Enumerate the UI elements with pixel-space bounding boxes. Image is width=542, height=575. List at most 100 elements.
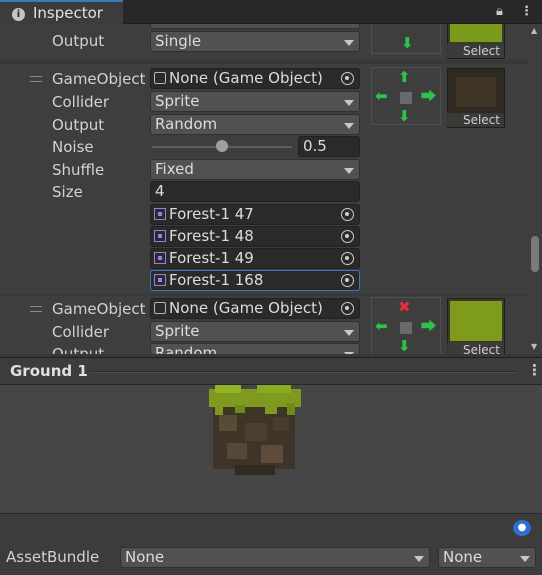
scroll-up-icon[interactable]: ▲ <box>531 26 537 35</box>
neighbor-grid[interactable]: ⬆︎ ⬅︎ ⮕︎ ⬇︎ <box>371 67 441 125</box>
asset-bundle-variant-dropdown[interactable]: None <box>438 547 536 568</box>
noise-value-field[interactable]: 0.5 <box>298 136 360 157</box>
asset-bundle-bar: ● AssetBundle None None <box>0 513 542 575</box>
tab-title: Inspector <box>33 4 103 22</box>
info-icon: i <box>12 8 25 21</box>
cube-icon <box>154 302 166 314</box>
lock-icon[interactable]: 🔒︎ <box>496 4 503 19</box>
cube-icon <box>154 72 166 84</box>
gameobject-value: None (Game Object) <box>169 299 323 317</box>
shuffle-dropdown[interactable]: Fixed <box>150 159 360 180</box>
tag-icon[interactable]: ● <box>513 520 531 536</box>
collider-label: Collider <box>52 93 110 111</box>
object-picker-icon[interactable] <box>341 72 354 85</box>
shuffle-value: Fixed <box>155 160 194 178</box>
output-dropdown[interactable]: Random <box>150 114 360 135</box>
arrow-up-icon[interactable]: ⬆︎ <box>398 70 411 85</box>
sprite-image <box>450 301 502 341</box>
x-icon[interactable]: ✖︎ <box>398 300 411 315</box>
output-dropdown[interactable]: Single <box>150 31 360 52</box>
sprite-preview[interactable]: Select <box>446 298 505 354</box>
collider-label-partial: Collider <box>52 24 109 28</box>
chevron-down-icon <box>344 100 354 106</box>
center-cell-icon <box>400 92 412 104</box>
chevron-down-icon <box>414 556 424 562</box>
kebab-menu-icon[interactable]: ⋮ <box>520 4 533 19</box>
preview-header[interactable]: Ground 1 ⋮ <box>0 357 542 385</box>
arrow-down-icon[interactable]: ⬇︎ <box>398 109 411 124</box>
sprite-icon <box>154 252 166 264</box>
output-value: Single <box>155 32 202 50</box>
scroll-down-icon[interactable]: ▼ <box>531 342 537 351</box>
sprite-preview[interactable]: Select <box>446 24 505 59</box>
sprite-value: Forest-1 49 <box>169 249 254 267</box>
chevron-down-icon <box>520 556 530 562</box>
shuffle-label: Shuffle <box>52 161 105 179</box>
gameobject-field[interactable]: None (Game Object) <box>150 298 360 319</box>
divider <box>90 371 515 373</box>
sprite-icon <box>154 230 166 242</box>
arrow-down-icon[interactable]: ⬇︎ <box>398 339 411 354</box>
neighbor-grid[interactable]: ⬇︎ <box>371 24 441 54</box>
object-picker-icon[interactable] <box>341 208 354 221</box>
chevron-down-icon <box>344 168 354 174</box>
preview-title: Ground 1 <box>10 362 88 380</box>
object-picker-icon[interactable] <box>341 302 354 315</box>
center-cell-icon <box>400 322 412 334</box>
select-button[interactable]: Select <box>446 44 504 58</box>
noise-slider-handle[interactable] <box>216 140 228 152</box>
noise-label: Noise <box>52 138 94 156</box>
asset-bundle-name-dropdown[interactable]: None <box>120 547 430 568</box>
arrow-left-icon[interactable]: ⬅︎ <box>375 319 388 334</box>
arrow-right-icon[interactable]: ⮕︎ <box>421 319 436 334</box>
asset-bundle-variant-value: None <box>443 548 483 566</box>
select-button[interactable]: Select <box>446 343 504 354</box>
sprite-icon <box>154 208 166 220</box>
chevron-down-icon <box>344 330 354 336</box>
collider-label: Collider <box>52 323 110 341</box>
drag-handle-icon[interactable] <box>30 306 42 312</box>
vertical-scrollbar[interactable]: ▲ ▼ <box>528 24 542 354</box>
drag-handle-icon[interactable] <box>30 76 42 82</box>
output-label: Output <box>52 116 105 134</box>
sprite-field[interactable]: Forest-1 47 <box>150 204 360 225</box>
chevron-down-icon <box>344 40 354 46</box>
gameobject-value: None (Game Object) <box>169 69 323 87</box>
tile-sprite-image <box>209 385 301 475</box>
output-label: Output <box>52 32 105 50</box>
chevron-down-icon <box>344 123 354 129</box>
neighbor-grid[interactable]: ✖︎ ⬅︎ ⮕︎ ⬇︎ <box>371 297 441 354</box>
asset-bundle-label: AssetBundle <box>6 548 100 566</box>
sprite-field[interactable]: Forest-1 49 <box>150 248 360 269</box>
collider-dropdown[interactable]: Sprite <box>150 321 360 342</box>
select-button[interactable]: Select <box>446 113 504 127</box>
scrollbar-thumb[interactable] <box>531 236 539 272</box>
sprite-image <box>450 24 502 42</box>
arrow-left-icon[interactable]: ⬅︎ <box>375 89 388 104</box>
output-value: Random <box>155 344 218 354</box>
sprite-preview[interactable]: Select <box>446 68 505 128</box>
gameobject-label: GameObject <box>52 70 146 88</box>
sprite-image <box>456 77 496 107</box>
collider-dropdown-partial[interactable] <box>150 24 360 29</box>
preview-area <box>0 385 542 513</box>
output-dropdown[interactable]: Random <box>150 343 360 354</box>
arrow-right-icon[interactable]: ⮕︎ <box>421 89 436 104</box>
sprite-field-selected[interactable]: Forest-1 168 <box>150 270 360 291</box>
kebab-menu-icon[interactable]: ⋮ <box>527 361 542 379</box>
object-picker-icon[interactable] <box>341 274 354 287</box>
size-field[interactable]: 4 <box>150 181 360 202</box>
gameobject-label: GameObject <box>52 300 146 318</box>
sprite-value: Forest-1 168 <box>169 271 264 289</box>
chevron-down-icon <box>344 352 354 354</box>
gameobject-field[interactable]: None (Game Object) <box>150 68 360 89</box>
tab-inspector[interactable]: i Inspector <box>0 0 123 24</box>
sprite-field[interactable]: Forest-1 48 <box>150 226 360 247</box>
object-picker-icon[interactable] <box>341 252 354 265</box>
arrow-down-icon[interactable]: ⬇︎ <box>401 36 414 51</box>
sprite-value: Forest-1 48 <box>169 227 254 245</box>
object-picker-icon[interactable] <box>341 230 354 243</box>
asset-bundle-name-value: None <box>125 548 165 566</box>
collider-dropdown[interactable]: Sprite <box>150 91 360 112</box>
collider-value: Sprite <box>155 322 200 340</box>
